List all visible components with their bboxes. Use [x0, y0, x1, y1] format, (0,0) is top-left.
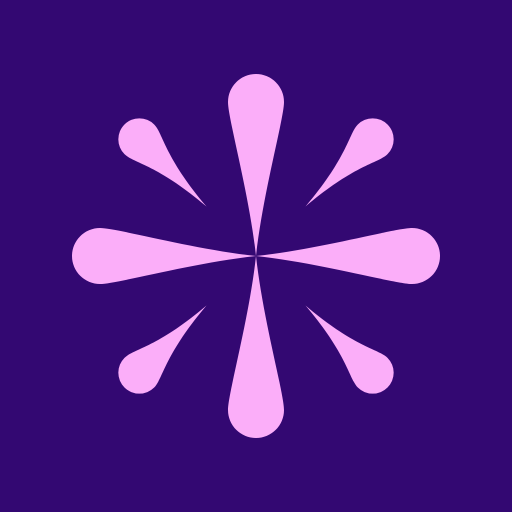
app-icon [0, 0, 512, 512]
petal-group [72, 74, 440, 438]
flower-asterisk-icon [0, 0, 512, 512]
